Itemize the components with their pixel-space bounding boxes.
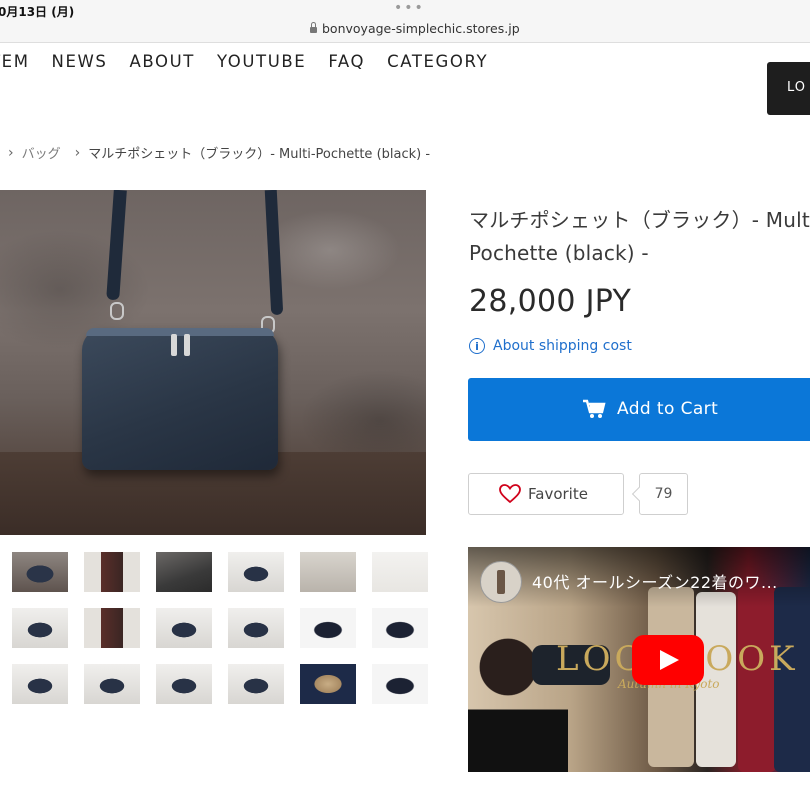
heart-icon xyxy=(499,484,521,504)
product-thumbnail[interactable] xyxy=(372,664,428,704)
cart-icon xyxy=(583,399,606,418)
favorite-button[interactable]: Favorite xyxy=(468,473,624,515)
product-thumbnail[interactable] xyxy=(12,608,68,648)
product-thumbnail[interactable] xyxy=(156,552,212,592)
product-thumbnail[interactable] xyxy=(228,664,284,704)
browser-status-bar: 0月13日 (月) ••• bonvoyage-simplechic.store… xyxy=(0,0,810,43)
chevron-right-icon: › xyxy=(8,144,14,161)
lock-icon xyxy=(310,21,317,33)
add-to-cart-button[interactable]: Add to Cart xyxy=(468,378,810,441)
favorite-count: 79 xyxy=(639,473,688,515)
chevron-right-icon: › xyxy=(74,144,81,161)
breadcrumb-category[interactable]: バッグ xyxy=(22,143,61,162)
product-thumbnail[interactable] xyxy=(156,608,212,648)
address-url: bonvoyage-simplechic.stores.jp xyxy=(322,21,520,36)
product-thumbnail[interactable] xyxy=(372,552,428,592)
youtube-embed[interactable]: 40代 オールシーズン22着のワ... LOOKBOOK Autumn in K… xyxy=(468,547,810,772)
product-thumbnail[interactable] xyxy=(84,608,140,648)
video-title[interactable]: 40代 オールシーズン22着のワ... xyxy=(532,569,778,593)
favorite-label: Favorite xyxy=(528,485,588,503)
add-to-cart-label: Add to Cart xyxy=(617,399,719,419)
nav-item-youtube[interactable]: YOUTUBE xyxy=(217,52,306,71)
product-thumbnail[interactable] xyxy=(84,664,140,704)
nav-item-faq[interactable]: FAQ xyxy=(328,52,365,71)
product-price: 28,000 JPY xyxy=(469,284,632,319)
product-thumbnail[interactable] xyxy=(300,552,356,592)
address-bar[interactable]: bonvoyage-simplechic.stores.jp xyxy=(310,21,520,36)
lookbook-button[interactable]: LO xyxy=(767,62,810,115)
shipping-cost-link[interactable]: i About shipping cost xyxy=(469,338,632,354)
product-thumbnail[interactable] xyxy=(228,552,284,592)
product-thumbnail[interactable] xyxy=(228,608,284,648)
product-thumbnail[interactable] xyxy=(300,608,356,648)
breadcrumb: › バッグ › マルチポシェット（ブラック）- Multi-Pochette (… xyxy=(0,143,431,163)
nav-item-about[interactable]: ABOUT xyxy=(130,52,195,71)
tab-dots-icon[interactable]: ••• xyxy=(394,1,425,15)
play-icon[interactable] xyxy=(632,635,704,685)
status-time: 0月13日 (月) xyxy=(0,5,75,19)
product-thumbnail[interactable] xyxy=(300,664,356,704)
nav-item-category[interactable]: CATEGORY xyxy=(387,52,488,71)
nav-item-news[interactable]: NEWS xyxy=(52,52,108,71)
product-thumbnail[interactable] xyxy=(156,664,212,704)
product-main-image[interactable] xyxy=(0,190,426,535)
info-icon: i xyxy=(469,338,485,354)
nav-item-item[interactable]: TEM xyxy=(0,52,30,71)
shipping-cost-label: About shipping cost xyxy=(493,338,632,354)
channel-avatar[interactable] xyxy=(480,561,522,603)
product-thumbnail[interactable] xyxy=(12,664,68,704)
product-thumbnail[interactable] xyxy=(12,552,68,592)
product-thumbnail[interactable] xyxy=(372,608,428,648)
product-title: マルチポシェット（ブラック）- Multi-Pochette (black) - xyxy=(469,208,810,265)
main-nav: TEM NEWS ABOUT YOUTUBE FAQ CATEGORY xyxy=(0,52,510,71)
product-thumbnail[interactable] xyxy=(84,552,140,592)
breadcrumb-current: マルチポシェット（ブラック）- Multi-Pochette (black) - xyxy=(88,147,431,162)
